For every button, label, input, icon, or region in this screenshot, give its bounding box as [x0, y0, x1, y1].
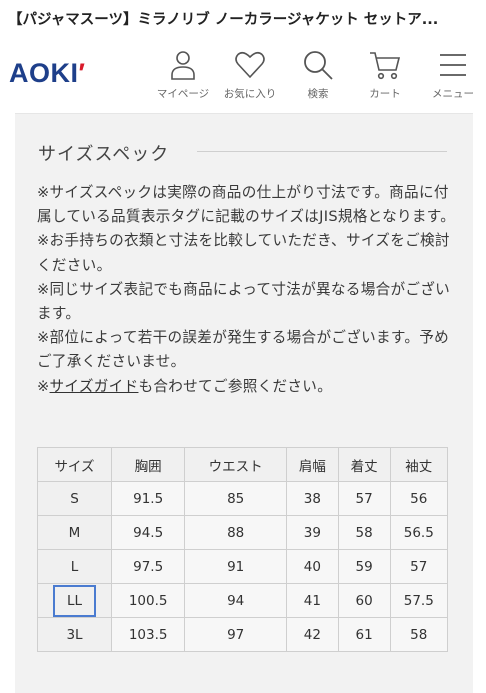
table-row: 3L 103.5 97 42 61 58: [37, 617, 449, 652]
table-cell: 85: [184, 481, 287, 516]
table-cell: 58: [389, 617, 449, 652]
guide-prefix: ※: [37, 377, 50, 395]
table-cell: 94: [184, 583, 287, 618]
table-cell: 57: [337, 481, 391, 516]
table-cell: 97.5: [110, 549, 186, 584]
header-size: サイズ: [37, 447, 112, 482]
table-row: S 91.5 85 38 57 56: [37, 481, 449, 516]
table-cell: 100.5: [110, 583, 186, 618]
nav-label: お気に入り: [223, 88, 277, 100]
logo-mark: ′: [78, 58, 86, 88]
table-cell: 91.5: [110, 481, 186, 516]
header-shoulder: 肩幅: [286, 447, 339, 482]
table-row: L 97.5 91 40 59 57: [37, 549, 449, 584]
logo-text: AOKI: [9, 58, 79, 88]
table-cell: 41: [286, 583, 339, 618]
size-cell: 3L: [37, 617, 112, 652]
table-header-row: サイズ 胸囲 ウエスト 肩幅 着丈 袖丈: [37, 447, 449, 482]
page-title: 【パジャマスーツ】ミラノリブ ノーカラージャケット セットア...: [8, 11, 439, 28]
nav-label: 検索: [307, 88, 329, 100]
table-row: M 94.5 88 39 58 56.5: [37, 515, 449, 550]
menu-icon: [440, 54, 466, 76]
table-cell: 56.5: [389, 515, 449, 550]
size-cell: L: [37, 549, 112, 584]
note-text: ※サイズスペックは実際の商品の仕上がり寸法です。商品に付属している品質表示タグに…: [37, 184, 456, 226]
size-cell-selected[interactable]: LL: [37, 583, 112, 618]
person-icon: [171, 51, 195, 80]
table-cell: 91: [184, 549, 287, 584]
table-cell: 103.5: [110, 617, 186, 652]
table-cell: 60: [337, 583, 391, 618]
table-cell: 97: [184, 617, 287, 652]
header-chest: 胸囲: [110, 447, 186, 482]
table-cell: 42: [286, 617, 339, 652]
search-icon: [304, 51, 333, 80]
nav-favorites[interactable]: お気に入り: [215, 48, 285, 101]
note-text: ※同じサイズ表記でも商品によって寸法が異なる場合がございます。: [37, 280, 451, 323]
nav-mypage[interactable]: マイページ: [148, 48, 218, 101]
size-notes: ※サイズスペックは実際の商品の仕上がり寸法です。商品に付属している品質表示タグに…: [37, 181, 457, 399]
heart-icon: [235, 51, 265, 79]
table-cell: 56: [389, 481, 449, 516]
selected-size-label: LL: [52, 584, 97, 617]
size-cell: S: [37, 481, 112, 516]
table-cell: 40: [286, 549, 339, 584]
nav-cart[interactable]: カート: [350, 48, 420, 101]
table-cell: 57.5: [389, 583, 449, 618]
guide-note: ※サイズガイドも合わせてご参照ください。: [37, 375, 457, 399]
nav-label: メニュー: [432, 88, 474, 100]
nav-search[interactable]: 検索: [283, 48, 353, 101]
size-cell: M: [37, 515, 112, 550]
table-cell: 39: [286, 515, 339, 550]
note-text: ※部位によって若干の誤差が発生する場合がございます。予めご了承くださいませ。: [37, 329, 450, 371]
cart-icon: [370, 52, 401, 80]
title-divider: [197, 151, 447, 152]
table-cell: 61: [337, 617, 391, 652]
nav-label: カート: [369, 88, 401, 100]
header-waist: ウエスト: [184, 447, 287, 482]
table-cell: 59: [337, 549, 391, 584]
note-text: ※お手持ちの衣類と寸法を比較していただき、サイズをご検討ください。: [37, 232, 450, 274]
header-sleeve: 袖丈: [389, 447, 449, 482]
table-cell: 58: [337, 515, 391, 550]
table-cell: 88: [184, 515, 287, 550]
header-length: 着丈: [337, 447, 391, 482]
size-guide-link[interactable]: サイズガイド: [50, 378, 139, 395]
size-spec-table: サイズ 胸囲 ウエスト 肩幅 着丈 袖丈 S 91.5 85 38 57 56 …: [37, 447, 449, 652]
nav-menu[interactable]: メニュー: [418, 48, 486, 101]
table-cell: 94.5: [110, 515, 186, 550]
size-spec-section: サイズスペック ※サイズスペックは実際の商品の仕上がり寸法です。商品に付属してい…: [15, 113, 473, 693]
section-title: サイズスペック: [38, 144, 170, 165]
guide-suffix: も合わせてご参照ください。: [138, 377, 333, 395]
table-cell: 38: [286, 481, 339, 516]
nav-label: マイページ: [156, 88, 210, 100]
table-cell: 57: [389, 549, 449, 584]
aoki-logo[interactable]: AOKI′: [9, 58, 85, 89]
table-row-selected: LL 100.5 94 41 60 57.5: [37, 583, 449, 618]
site-header: AOKI′ マイページ お気に入り 検索 カート メニュー: [0, 36, 486, 112]
